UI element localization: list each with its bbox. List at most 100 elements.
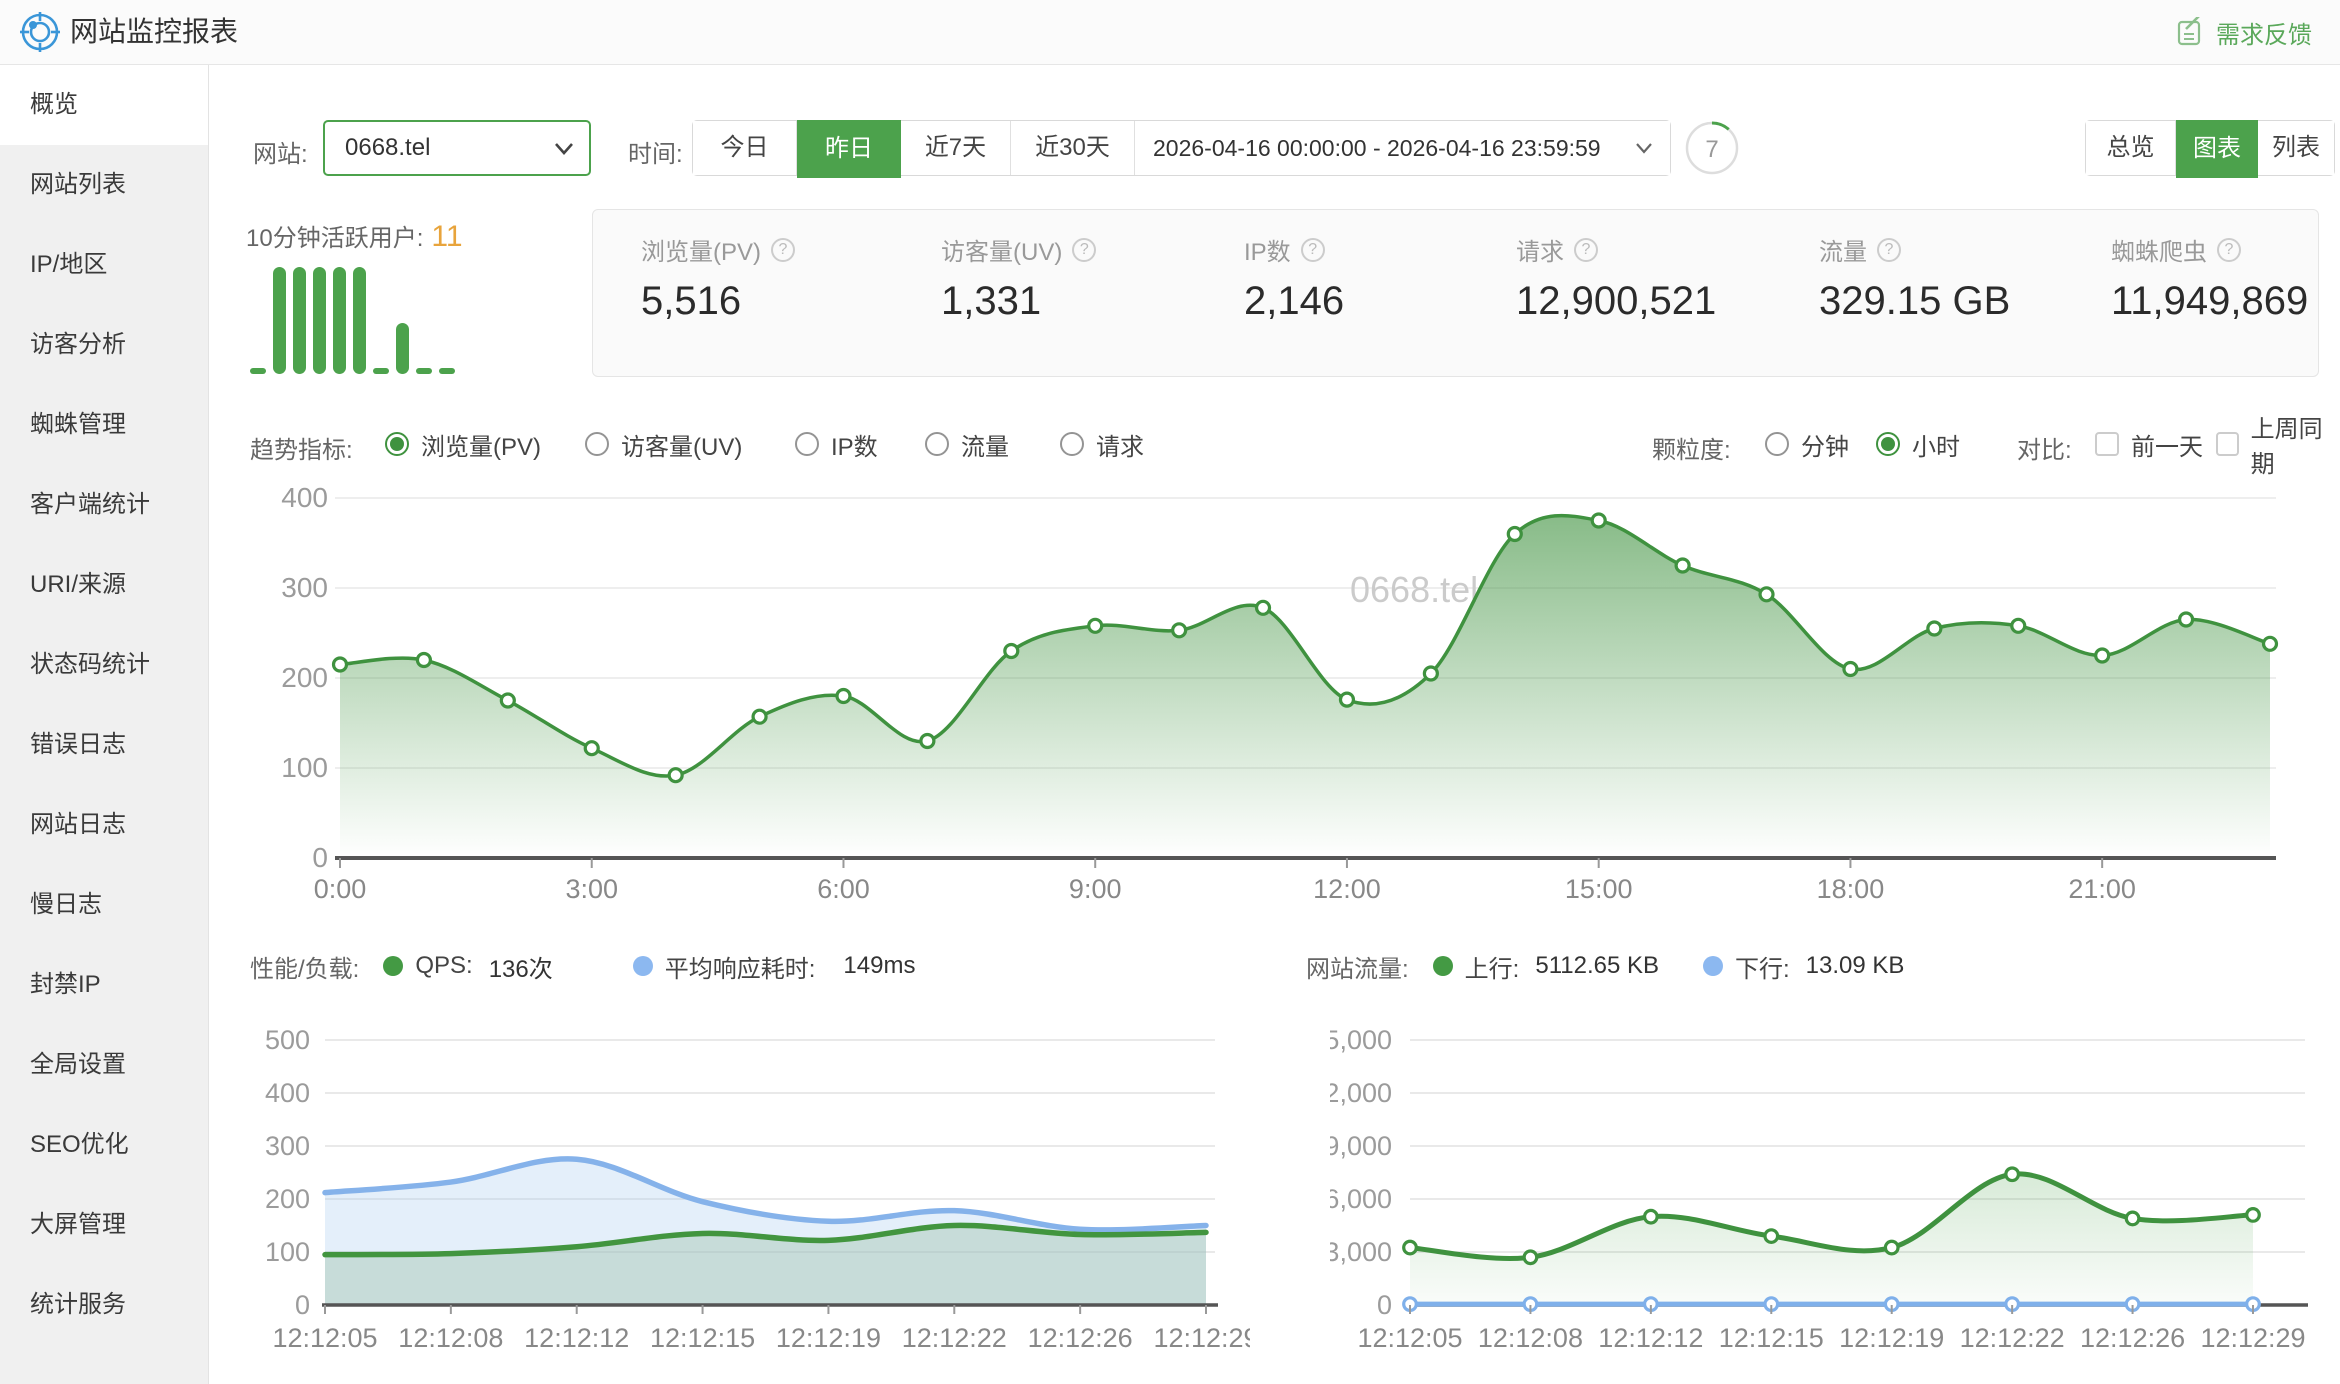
stat-ip: IP数? 2,146	[1244, 232, 1344, 324]
svg-text:200: 200	[265, 1184, 310, 1214]
stat-requests: 请求? 12,900,521	[1516, 232, 1716, 324]
sidebar-item-ip-region[interactable]: IP/地区	[0, 225, 208, 305]
response-time-dot-icon	[633, 956, 653, 976]
stat-spider: 蜘蛛爬虫? 11,949,869	[2111, 232, 2308, 324]
sidebar-item-overview[interactable]: 概览	[0, 65, 208, 145]
radio-ip[interactable]: IP数	[795, 420, 878, 468]
svg-text:6:00: 6:00	[817, 874, 870, 904]
help-icon[interactable]: ?	[771, 238, 795, 262]
svg-text:300: 300	[281, 572, 328, 603]
sidebar-item-banned-ip[interactable]: 封禁IP	[0, 945, 208, 1025]
sidebar-item-screen-management[interactable]: 大屏管理	[0, 1185, 208, 1265]
mini-bar-empty	[373, 368, 389, 374]
svg-text:0: 0	[312, 842, 328, 873]
traffic-legend: 网站流量: 上行: 5112.65 KB 下行: 13.09 KB	[1306, 946, 1904, 986]
svg-text:12:12:12: 12:12:12	[1598, 1323, 1703, 1353]
date-range-picker[interactable]: 2026-04-16 00:00:00 - 2026-04-16 23:59:5…	[1135, 121, 1670, 175]
sidebar-item-stats-service[interactable]: 统计服务	[0, 1265, 208, 1345]
stat-spider-value: 11,949,869	[2111, 279, 2308, 324]
svg-text:12:12:05: 12:12:05	[1357, 1323, 1462, 1353]
sidebar-item-error-log[interactable]: 错误日志	[0, 705, 208, 785]
svg-text:12:12:29: 12:12:29	[2200, 1323, 2305, 1353]
radio-icon	[1765, 432, 1789, 456]
svg-text:3:00: 3:00	[565, 874, 618, 904]
mini-bar-empty	[250, 368, 266, 374]
time-range-group: 今日 昨日 近7天 近30天 2026-04-16 00:00:00 - 202…	[692, 120, 1671, 176]
sidebar-item-status-code-stats[interactable]: 状态码统计	[0, 625, 208, 705]
site-select[interactable]: 0668.tel	[323, 120, 591, 176]
help-icon[interactable]: ?	[1877, 238, 1901, 262]
sidebar-item-slow-log[interactable]: 慢日志	[0, 865, 208, 945]
help-icon[interactable]: ?	[1574, 238, 1598, 262]
radio-icon	[925, 432, 949, 456]
time-label: 时间:	[628, 134, 683, 169]
stat-requests-value: 12,900,521	[1516, 279, 1716, 324]
chevron-down-icon	[1636, 143, 1652, 154]
mini-bar-empty	[416, 368, 432, 374]
sidebar-item-site-log[interactable]: 网站日志	[0, 785, 208, 865]
trend-selector-row: 趋势指标: 浏览量(PV) 访客量(UV) IP数 流量 请求 颗粒度: 分钟 …	[0, 420, 2340, 468]
svg-text:400: 400	[281, 482, 328, 513]
tab-yesterday[interactable]: 昨日	[797, 120, 901, 178]
view-list[interactable]: 列表	[2258, 121, 2334, 175]
perf-legend: 性能/负载: QPS: 136次 平均响应耗时: 149ms	[250, 946, 915, 986]
svg-text:400: 400	[265, 1078, 310, 1108]
sidebar-item-uri-source[interactable]: URI/来源	[0, 545, 208, 625]
feedback-button[interactable]: 需求反馈	[2176, 0, 2312, 64]
svg-text:500: 500	[265, 1025, 310, 1055]
qps-dot-icon	[383, 956, 403, 976]
active-users-mini-chart	[250, 266, 462, 374]
radio-traffic[interactable]: 流量	[925, 420, 1009, 468]
trend-label: 趋势指标:	[250, 430, 353, 465]
stat-pv-value: 5,516	[641, 279, 795, 324]
help-icon[interactable]: ?	[1301, 238, 1325, 262]
tab-7days[interactable]: 近7天	[901, 121, 1011, 175]
compare-label: 对比:	[2017, 430, 2072, 465]
top-bar: 网站监控报表 需求反馈	[0, 0, 2340, 65]
page: 网站监控报表 需求反馈 概览 网站列表 IP/地区 访客分析 蜘蛛管理 客户端统…	[0, 0, 2340, 1384]
svg-text:12:12:08: 12:12:08	[1478, 1323, 1583, 1353]
radio-icon	[585, 432, 609, 456]
site-label: 网站:	[253, 134, 308, 169]
help-icon[interactable]: ?	[1072, 238, 1096, 262]
svg-text:6,000: 6,000	[1330, 1184, 1392, 1214]
radio-pv[interactable]: 浏览量(PV)	[385, 420, 541, 468]
radio-uv[interactable]: 访客量(UV)	[585, 420, 742, 468]
radio-icon	[385, 432, 409, 456]
tab-today[interactable]: 今日	[693, 121, 797, 175]
refresh-countdown-badge[interactable]: 7	[1683, 119, 1741, 177]
app-logo-icon	[20, 12, 60, 52]
sidebar-item-seo[interactable]: SEO优化	[0, 1105, 208, 1185]
stat-traffic: 流量? 329.15 GB	[1819, 232, 2010, 324]
sidebar-item-global-settings[interactable]: 全局设置	[0, 1025, 208, 1105]
radio-icon	[1876, 432, 1900, 456]
radio-hour[interactable]: 小时	[1876, 420, 1960, 468]
checkbox-prev-day[interactable]: 前一天	[2095, 420, 2203, 468]
mini-bar	[293, 267, 306, 374]
svg-text:0: 0	[295, 1290, 310, 1320]
checkbox-icon	[2216, 432, 2239, 456]
radio-icon	[795, 432, 819, 456]
checkbox-same-day-last-week[interactable]: 上周同期	[2216, 420, 2340, 468]
sidebar: 概览 网站列表 IP/地区 访客分析 蜘蛛管理 客户端统计 URI/来源 状态码…	[0, 65, 209, 1384]
radio-minute[interactable]: 分钟	[1765, 420, 1849, 468]
page-title: 网站监控报表	[70, 0, 238, 64]
svg-text:12:12:15: 12:12:15	[650, 1323, 755, 1353]
svg-text:12:12:05: 12:12:05	[272, 1323, 377, 1353]
stats-summary-box: 浏览量(PV)? 5,516 访客量(UV)? 1,331 IP数? 2,146…	[592, 209, 2319, 377]
sidebar-item-site-list[interactable]: 网站列表	[0, 145, 208, 225]
sidebar-item-visitor-analysis[interactable]: 访客分析	[0, 305, 208, 385]
site-select-value: 0668.tel	[345, 134, 430, 162]
svg-text:15,000: 15,000	[1330, 1025, 1392, 1055]
svg-text:12:12:19: 12:12:19	[776, 1323, 881, 1353]
downstream-dot-icon	[1703, 956, 1723, 976]
feedback-edit-icon	[2176, 17, 2206, 47]
tab-30days[interactable]: 近30天	[1011, 121, 1135, 175]
view-chart[interactable]: 图表	[2176, 120, 2258, 178]
view-overview[interactable]: 总览	[2086, 121, 2176, 175]
sidebar-item-client-stats[interactable]: 客户端统计	[0, 465, 208, 545]
svg-text:12:00: 12:00	[1313, 874, 1381, 904]
svg-text:0: 0	[1377, 1290, 1392, 1320]
help-icon[interactable]: ?	[2217, 238, 2241, 262]
radio-requests[interactable]: 请求	[1060, 420, 1144, 468]
